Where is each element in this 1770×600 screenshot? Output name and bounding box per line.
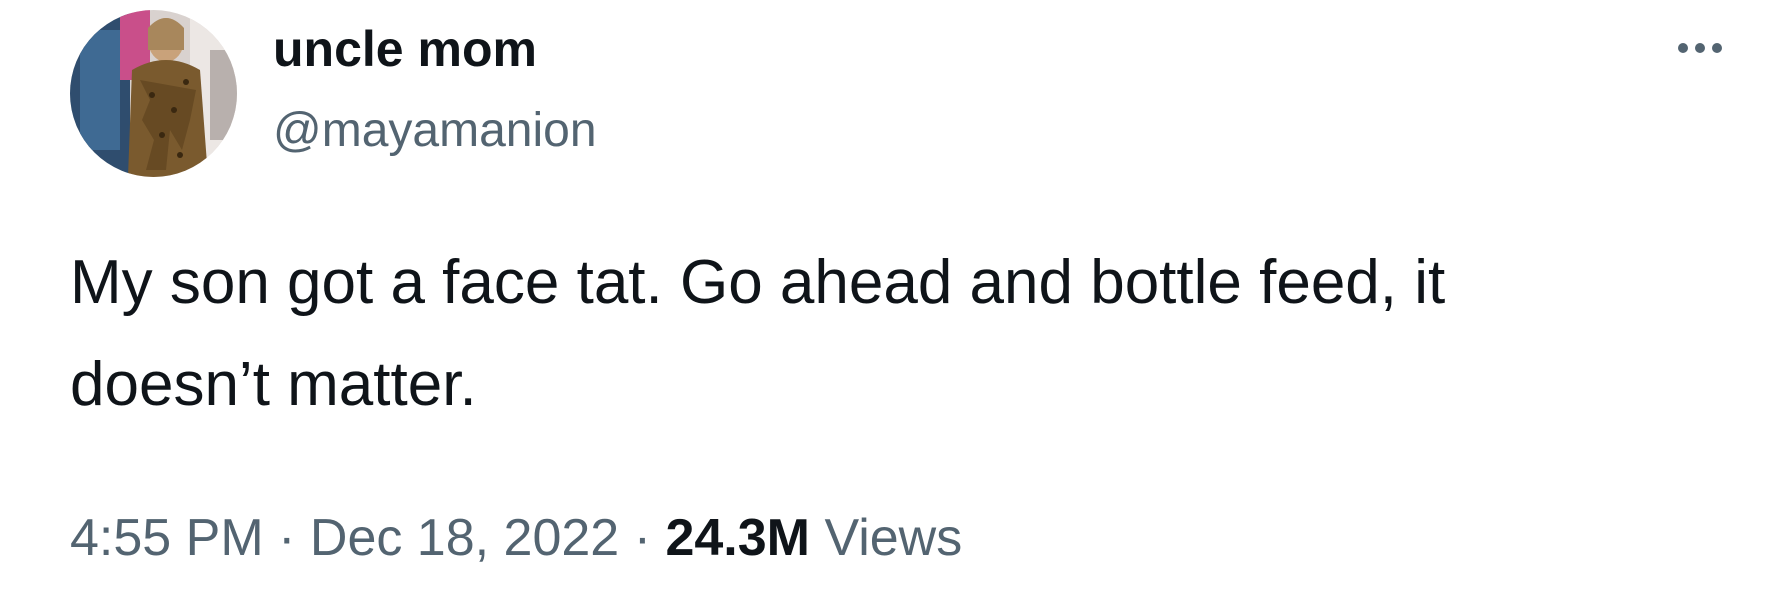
- more-horizontal-icon-dot: [1712, 43, 1722, 53]
- display-name[interactable]: uncle mom: [273, 14, 537, 84]
- more-horizontal-icon: [1678, 43, 1688, 53]
- meta-separator: ·: [633, 509, 652, 567]
- tweet-meta: 4:55 PM · Dec 18, 2022 · 24.3M Views: [70, 500, 962, 576]
- meta-separator: ·: [278, 509, 296, 567]
- tweet-timestamp[interactable]: 4:55 PM · Dec 18, 2022: [70, 509, 619, 567]
- profile-photo: [70, 10, 237, 177]
- views-count: 24.3M: [665, 509, 810, 567]
- more-horizontal-icon-dot: [1695, 43, 1705, 53]
- tweet-card: uncle mom @mayamanion My son got a face …: [0, 0, 1770, 600]
- tweet-time: 4:55 PM: [70, 509, 264, 567]
- avatar[interactable]: [70, 10, 237, 177]
- user-handle[interactable]: @mayamanion: [273, 96, 597, 166]
- views-label: Views: [824, 509, 963, 567]
- more-options-button[interactable]: [1660, 28, 1740, 68]
- tweet-text: My son got a face tat. Go ahead and bott…: [70, 248, 1446, 419]
- tweet-date: Dec 18, 2022: [309, 509, 620, 567]
